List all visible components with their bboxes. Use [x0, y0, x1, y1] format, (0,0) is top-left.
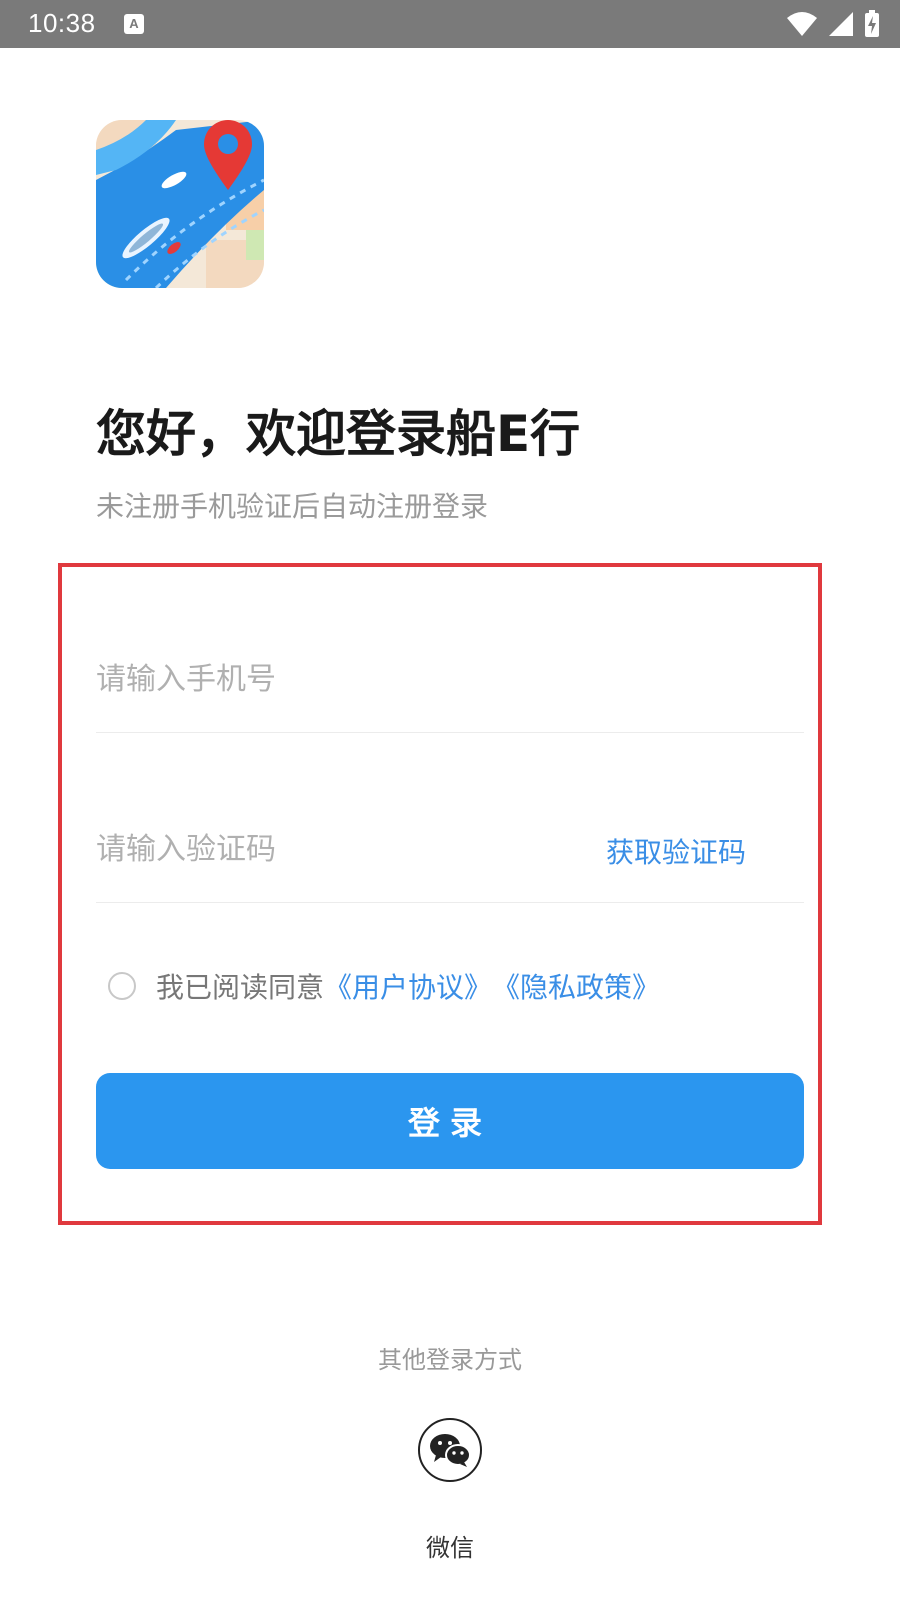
agree-text: 我已阅读同意 — [156, 971, 325, 1004]
map-ship-location-icon — [96, 120, 264, 288]
wechat-login-button[interactable] — [418, 1418, 482, 1482]
wechat-icon — [430, 1434, 471, 1467]
phone-divider — [96, 732, 804, 733]
wechat-label: 微信 — [426, 1534, 474, 1562]
welcome-title: 您好，欢迎登录船E行 — [96, 405, 581, 463]
status-bar: 10:38 A — [0, 0, 900, 48]
app-logo — [96, 120, 264, 288]
welcome-subtitle: 未注册手机验证后自动注册登录 — [96, 490, 489, 523]
privacy-policy-link[interactable]: 《隐私政策》 — [492, 966, 660, 1006]
status-icons — [786, 10, 880, 38]
status-time: 10:38 — [28, 8, 96, 38]
user-agreement-link[interactable]: 《用户协议》 — [324, 966, 492, 1006]
code-divider — [96, 902, 804, 903]
signal-icon — [829, 12, 853, 36]
other-login-title: 其他登录方式 — [378, 1346, 522, 1374]
verification-code-input[interactable] — [96, 820, 576, 878]
get-code-button[interactable]: 获取验证码 — [606, 831, 746, 871]
agreement-row: 我已阅读同意 《用户协议》 《隐私政策》 — [108, 966, 660, 1006]
phone-input[interactable] — [96, 650, 804, 708]
agree-checkbox[interactable] — [108, 972, 136, 1000]
wifi-icon — [787, 12, 817, 36]
a-icon: A — [124, 14, 144, 34]
login-button[interactable]: 登录 — [96, 1073, 804, 1169]
battery-charging-icon — [865, 10, 879, 37]
